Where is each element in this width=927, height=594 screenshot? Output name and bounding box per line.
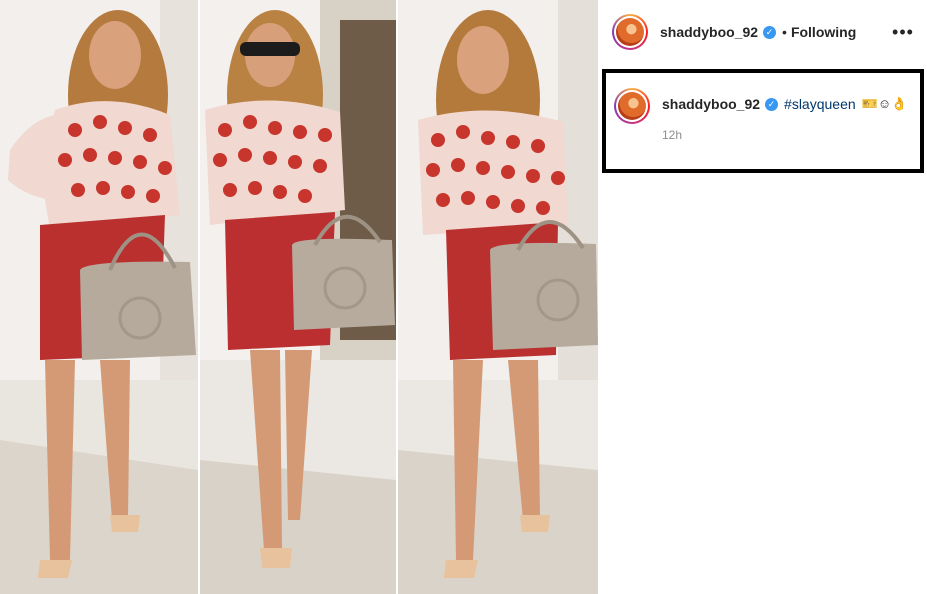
separator-dot: • [782, 24, 787, 40]
comment-emojis: 🎫☺👌 [861, 96, 908, 111]
header-username[interactable]: shaddyboo_92 [660, 24, 758, 40]
caption-comment: shaddyboo_92 ✓ #slayqueen 🎫☺👌 12h [602, 69, 924, 173]
more-options-icon[interactable]: ••• [891, 20, 915, 44]
hashtag-link[interactable]: #slayqueen [784, 96, 856, 112]
comment-row: shaddyboo_92 ✓ #slayqueen 🎫☺👌 12h [614, 88, 907, 142]
photo-panel-2 [200, 0, 396, 594]
comment-timestamp[interactable]: 12h [662, 128, 907, 142]
avatar[interactable] [612, 14, 648, 50]
post-sidebar: shaddyboo_92 ✓ • Following ••• shaddyboo… [598, 0, 927, 594]
comment-avatar[interactable] [614, 88, 650, 124]
comment-verified-badge-icon: ✓ [765, 97, 779, 111]
post-header: shaddyboo_92 ✓ • Following ••• [598, 0, 927, 64]
post-image[interactable] [0, 0, 598, 594]
comment-username[interactable]: shaddyboo_92 [662, 96, 760, 112]
verified-badge-icon: ✓ [763, 25, 777, 39]
photo-panel-1 [0, 0, 198, 594]
photo-panel-3 [398, 0, 598, 594]
following-button[interactable]: Following [791, 24, 856, 40]
